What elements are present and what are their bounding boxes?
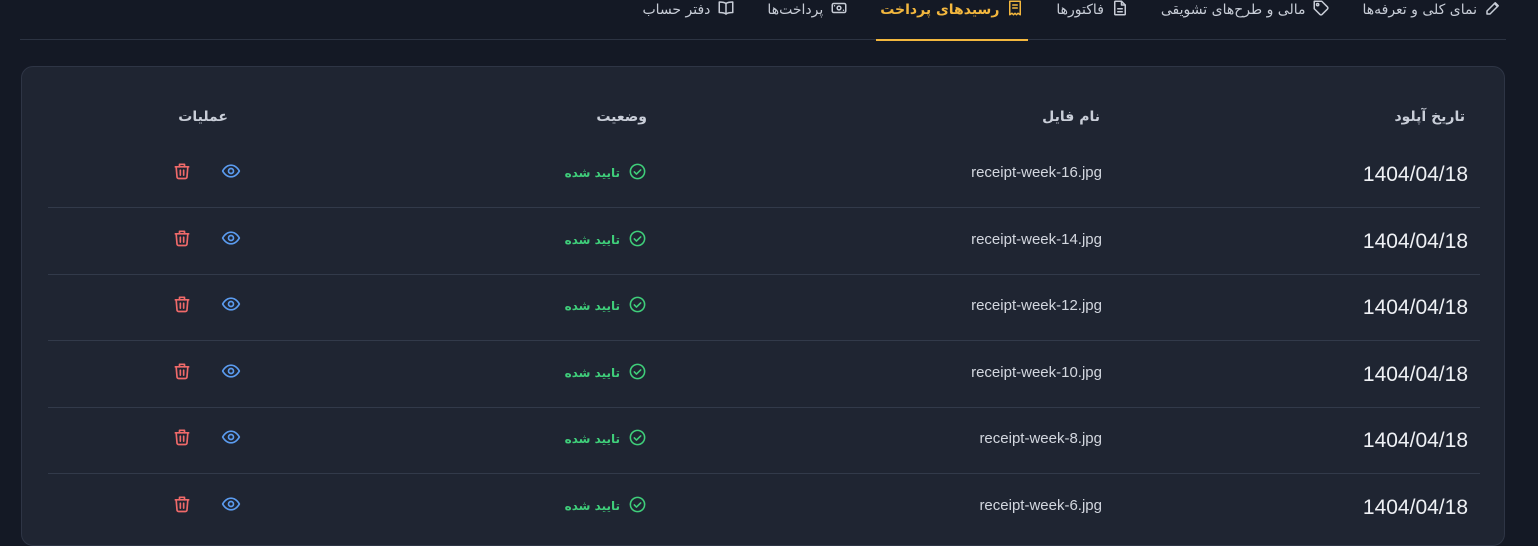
tab-overview-label: نمای کلی و تعرفه‌ها (1362, 2, 1477, 18)
status-badge: تایید شده (565, 295, 647, 317)
receipt-icon (1006, 0, 1024, 21)
tab-finance[interactable]: مالی و طرح‌های تشویقی (1157, 0, 1335, 40)
status-text: تایید شده (564, 299, 620, 314)
trash-icon (172, 427, 192, 451)
trash-icon (172, 361, 192, 385)
tab-bar: نمای کلی و تعرفه‌ها مالی و طرح‌های تشویق… (20, 0, 1506, 41)
view-button[interactable] (220, 362, 242, 384)
header-file-name: نام فایل (1042, 109, 1100, 125)
header-upload-date: تاریخ آپلود (1394, 109, 1465, 125)
document-icon (1111, 0, 1129, 21)
delete-button[interactable] (171, 495, 193, 517)
eye-icon (221, 161, 241, 185)
upload-date: 1404/04/18 (1362, 496, 1468, 519)
file-name: receipt-week-10.jpg (971, 363, 1102, 381)
trash-icon (172, 228, 192, 252)
eye-icon (221, 361, 241, 385)
upload-date: 1404/04/18 (1362, 362, 1468, 386)
pencil-icon (1484, 0, 1502, 21)
status-text: تایید شده (564, 499, 620, 513)
tab-receipts[interactable]: رسیدهای پرداخت (876, 0, 1029, 41)
tab-payments[interactable]: پرداخت‌ها (763, 0, 852, 40)
view-button[interactable] (220, 162, 242, 184)
tab-finance-label: مالی و طرح‌های تشویقی (1160, 2, 1306, 18)
status-text: تایید شده (564, 166, 620, 180)
tab-ledger-label: دفتر حساب (642, 2, 711, 18)
view-button[interactable] (220, 229, 242, 251)
upload-date: 1404/04/18 (1362, 429, 1468, 453)
tab-invoices[interactable]: فاکتورها (1052, 0, 1133, 40)
table-row: 1404/04/18 receipt-week-10.jpg تایید شده (48, 341, 1480, 408)
check-circle-icon (628, 229, 647, 251)
delete-button[interactable] (171, 229, 193, 251)
trash-icon (172, 161, 192, 185)
file-name: receipt-week-14.jpg (971, 230, 1102, 248)
status-badge: تایید شده (565, 495, 647, 517)
table-row: 1404/04/18 receipt-week-12.jpg تایید شده (48, 274, 1480, 342)
status-badge: تایید شده (565, 428, 647, 450)
status-badge: تایید شده (565, 229, 647, 251)
check-circle-icon (628, 428, 647, 450)
eye-icon (221, 294, 241, 318)
status-badge: تایید شده (565, 362, 647, 384)
view-button[interactable] (220, 428, 242, 450)
tab-receipts-label: رسیدهای پرداخت (880, 2, 1000, 18)
cash-icon (830, 0, 848, 21)
receipts-table-card: تاریخ آپلود نام فایل وضعیت عملیات 1404/0… (21, 66, 1505, 546)
table-row: 1404/04/18 receipt-week-6.jpg تایید شده (48, 474, 1480, 540)
table-row: 1404/04/18 receipt-week-8.jpg تایید شده (48, 407, 1480, 475)
status-text: تایید شده (564, 365, 620, 380)
tag-icon (1312, 0, 1330, 21)
table-row: 1404/04/18 receipt-week-14.jpg تایید شده (48, 208, 1480, 275)
tab-overview[interactable]: نمای کلی و تعرفه‌ها (1358, 0, 1506, 40)
eye-icon (221, 427, 241, 451)
tab-ledger[interactable]: دفتر حساب (639, 0, 740, 40)
view-button[interactable] (220, 295, 242, 317)
check-circle-icon (628, 162, 647, 184)
check-circle-icon (628, 295, 647, 317)
upload-date: 1404/04/18 (1362, 163, 1468, 186)
delete-button[interactable] (171, 428, 193, 450)
status-text: تایید شده (564, 232, 620, 247)
file-name: receipt-week-6.jpg (979, 497, 1102, 514)
eye-icon (221, 494, 241, 518)
file-name: receipt-week-12.jpg (971, 297, 1102, 315)
status-text: تایید شده (564, 432, 620, 447)
upload-date: 1404/04/18 (1362, 296, 1468, 320)
file-name: receipt-week-8.jpg (979, 430, 1102, 448)
upload-date: 1404/04/18 (1362, 229, 1468, 253)
delete-button[interactable] (171, 362, 193, 384)
tab-invoices-label: فاکتورها (1056, 2, 1104, 18)
eye-icon (221, 228, 241, 252)
header-actions: عملیات (178, 109, 228, 125)
delete-button[interactable] (171, 295, 193, 317)
header-status: وضعیت (596, 109, 647, 125)
check-circle-icon (628, 362, 647, 384)
trash-icon (172, 294, 192, 318)
book-icon (717, 0, 735, 21)
table-row: 1404/04/18 receipt-week-16.jpg تایید شده (48, 141, 1480, 208)
status-badge: تایید شده (565, 162, 647, 184)
file-name: receipt-week-16.jpg (971, 164, 1102, 181)
delete-button[interactable] (171, 162, 193, 184)
check-circle-icon (628, 495, 647, 517)
view-button[interactable] (220, 495, 242, 517)
tab-payments-label: پرداخت‌ها (767, 2, 824, 18)
trash-icon (172, 494, 192, 518)
